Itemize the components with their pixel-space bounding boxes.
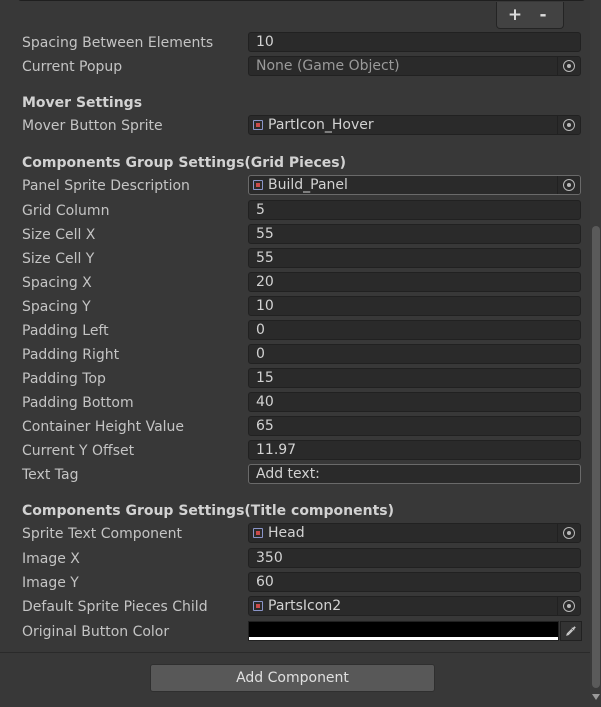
current-popup-value: None (Game Object) — [256, 58, 400, 74]
circle-dot-icon[interactable] — [557, 116, 580, 134]
panel-sprite-description-value: Build_Panel — [268, 177, 348, 193]
padding-top-field[interactable]: 15 — [248, 368, 581, 388]
circle-dot-icon[interactable] — [557, 597, 580, 615]
image-y-field[interactable]: 60 — [248, 572, 581, 592]
spacing-x-label: Spacing X — [22, 275, 92, 291]
current-y-offset-label: Current Y Offset — [22, 443, 135, 459]
circle-dot-icon[interactable] — [557, 524, 580, 542]
text-tag-label: Text Tag — [22, 467, 79, 483]
add-component-button[interactable]: Add Component — [150, 664, 435, 692]
panel-sprite-description-field[interactable]: Build_Panel — [248, 175, 581, 195]
size-cell-y-label: Size Cell Y — [22, 251, 95, 267]
padding-bottom-label: Padding Bottom — [22, 395, 134, 411]
eyedropper-icon[interactable] — [560, 621, 582, 641]
list-panel-bottom — [18, 0, 585, 1]
circle-dot-icon[interactable] — [557, 57, 580, 75]
padding-right-label: Padding Right — [22, 347, 120, 363]
image-y-label: Image Y — [22, 575, 79, 591]
padding-left-field[interactable]: 0 — [248, 320, 581, 340]
current-popup-field[interactable]: None (Game Object) — [248, 56, 581, 76]
color-alpha-bar — [249, 637, 558, 640]
original-button-color-label: Original Button Color — [22, 624, 170, 640]
scrollbar-thumb[interactable] — [592, 226, 600, 688]
section-separator — [0, 652, 590, 653]
mover-button-sprite-value: PartIcon_Hover — [268, 117, 374, 133]
size-cell-x-label: Size Cell X — [22, 227, 96, 243]
mover-button-sprite-field[interactable]: PartIcon_Hover — [248, 115, 581, 135]
text-tag-field[interactable]: Add text: — [248, 464, 581, 484]
current-popup-label: Current Popup — [22, 59, 123, 75]
mover-settings-header: Mover Settings — [22, 95, 143, 111]
sprite-icon — [253, 180, 263, 190]
default-sprite-pieces-child-label: Default Sprite Pieces Child — [22, 599, 208, 615]
padding-right-field[interactable]: 0 — [248, 344, 581, 364]
container-height-value-field[interactable]: 65 — [248, 416, 581, 436]
spacing-x-field[interactable]: 20 — [248, 272, 581, 292]
circle-dot-icon[interactable] — [557, 176, 580, 194]
panel-sprite-description-label: Panel Sprite Description — [22, 178, 190, 194]
title-components-header: Components Group Settings(Title componen… — [22, 503, 395, 519]
default-sprite-pieces-child-value: PartsIcon2 — [268, 598, 342, 614]
size-cell-x-field[interactable]: 55 — [248, 224, 581, 244]
sprite-text-component-field[interactable]: Head — [248, 523, 581, 543]
sprite-icon — [253, 528, 263, 538]
spacing-between-elements-label: Spacing Between Elements — [22, 35, 214, 51]
image-x-field[interactable]: 350 — [248, 548, 581, 568]
current-y-offset-field[interactable]: 11.97 — [248, 440, 581, 460]
sprite-text-component-label: Sprite Text Component — [22, 526, 183, 542]
sprite-icon — [253, 120, 263, 130]
image-x-label: Image X — [22, 551, 80, 567]
mover-button-sprite-label: Mover Button Sprite — [22, 118, 163, 134]
grid-column-field[interactable]: 5 — [248, 200, 581, 220]
spacing-y-label: Spacing Y — [22, 299, 91, 315]
remove-list-item-button[interactable]: - — [533, 5, 553, 25]
grid-pieces-header: Components Group Settings(Grid Pieces) — [22, 155, 346, 171]
add-list-item-button[interactable]: + — [505, 5, 525, 25]
sprite-text-component-value: Head — [268, 525, 305, 541]
sprite-icon — [253, 601, 263, 611]
spacing-between-elements-field[interactable]: 10 — [248, 32, 581, 52]
size-cell-y-field[interactable]: 55 — [248, 248, 581, 268]
grid-column-label: Grid Column — [22, 203, 110, 219]
scroll-down-arrow-icon[interactable] — [592, 694, 600, 700]
container-height-value-label: Container Height Value — [22, 419, 185, 435]
padding-left-label: Padding Left — [22, 323, 109, 339]
padding-bottom-field[interactable]: 40 — [248, 392, 581, 412]
spacing-y-field[interactable]: 10 — [248, 296, 581, 316]
list-controls: + - — [496, 2, 564, 29]
padding-top-label: Padding Top — [22, 371, 106, 387]
default-sprite-pieces-child-field[interactable]: PartsIcon2 — [248, 596, 581, 616]
